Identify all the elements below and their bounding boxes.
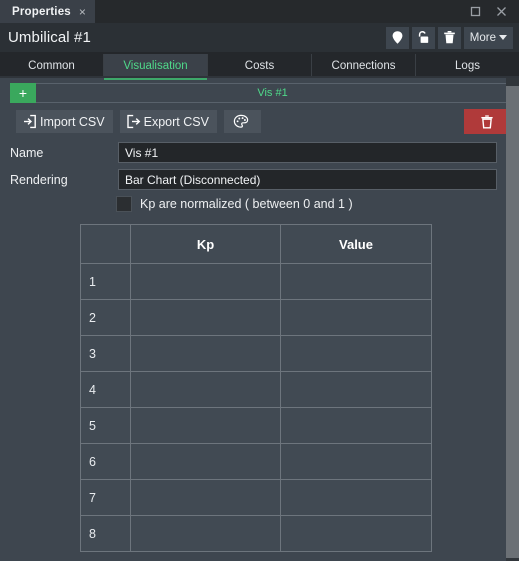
cell-kp[interactable] [130, 263, 281, 300]
tab-common[interactable]: Common [0, 54, 104, 78]
cell-value[interactable] [280, 407, 432, 444]
scrollbar-thumb[interactable] [506, 86, 519, 558]
tab-label: Connections [331, 60, 396, 72]
cell-value[interactable] [280, 443, 432, 480]
import-icon [24, 114, 36, 129]
table-header-row: Kp Value [80, 224, 432, 264]
tab-label: Visualisation [123, 60, 188, 72]
cell-value[interactable] [280, 335, 432, 372]
main-tabbar: Common Visualisation Costs Connections L… [0, 52, 519, 80]
vis-form: Name Rendering Kp are normalized ( betwe… [0, 134, 519, 212]
window-controls [463, 0, 519, 23]
tab-label: Logs [455, 60, 480, 72]
normalized-checkbox[interactable] [116, 196, 132, 212]
vis-subtabbar: + Vis #1 [0, 78, 519, 104]
cell-value[interactable] [280, 371, 432, 408]
table-row[interactable]: 5 [80, 407, 432, 444]
csv-toolbar: Import CSV Export CSV [0, 104, 519, 134]
export-icon [126, 114, 140, 129]
row-index: 2 [80, 299, 131, 336]
subtab-label: Vis #1 [257, 86, 288, 99]
row-index: 6 [80, 443, 131, 480]
delete-visualisation-button[interactable] [464, 109, 509, 134]
table-row[interactable]: 4 [80, 371, 432, 408]
row-index: 1 [80, 263, 131, 300]
pin-icon [392, 31, 403, 44]
name-input[interactable] [118, 142, 497, 163]
trash-icon-button[interactable] [437, 26, 461, 49]
rendering-row: Rendering [8, 169, 497, 190]
cell-value[interactable] [280, 515, 432, 552]
window-titlebar: Properties × [0, 0, 519, 23]
row-index: 4 [80, 371, 131, 408]
document-tab-label: Properties [12, 5, 71, 18]
column-header-kp: Kp [130, 224, 281, 264]
visualisation-panel: + Vis #1 Import CSV Export CSV Name Vis … [0, 78, 519, 561]
table-row[interactable]: 2 [80, 299, 432, 336]
export-csv-label: Export CSV [143, 114, 209, 129]
vertical-scrollbar[interactable] [506, 78, 519, 561]
close-button[interactable] [489, 0, 513, 23]
header-actions: More [385, 26, 513, 49]
row-index: 3 [80, 335, 131, 372]
export-csv-button[interactable]: Export CSV [119, 110, 217, 133]
tab-label: Common [28, 60, 75, 72]
document-tab-properties[interactable]: Properties × [0, 0, 95, 23]
kp-table: Kp Value 1 2 3 4 5 6 7 8 [80, 224, 432, 552]
name-label: Name [10, 145, 44, 160]
cell-value[interactable] [280, 479, 432, 516]
import-csv-label: Import CSV [40, 114, 105, 129]
unlock-icon-button[interactable] [411, 26, 435, 49]
cell-kp[interactable] [130, 515, 281, 552]
pin-icon-button[interactable] [385, 26, 409, 49]
subtab-vis-1[interactable]: Vis #1 [36, 82, 509, 103]
cell-kp[interactable] [130, 371, 281, 408]
trash-icon [480, 114, 493, 129]
tab-label: Costs [244, 60, 275, 72]
properties-panel: Properties × Umbilical #1 More Common Vi… [0, 0, 519, 561]
tab-costs[interactable]: Costs [208, 54, 312, 78]
more-button[interactable]: More [463, 26, 513, 49]
add-visualisation-button[interactable]: + [10, 82, 36, 103]
panel-header: Umbilical #1 More [0, 23, 519, 52]
document-tab-close-icon[interactable]: × [79, 6, 86, 18]
cell-kp[interactable] [130, 299, 281, 336]
unlock-icon [419, 30, 429, 43]
row-index: 8 [80, 515, 131, 552]
name-row: Name [8, 142, 497, 163]
table-row[interactable]: 1 [80, 263, 432, 300]
more-button-label: More [469, 31, 496, 44]
column-header-value: Value [280, 224, 432, 264]
import-csv-button[interactable]: Import CSV [16, 110, 113, 133]
normalized-label: Kp are normalized ( between 0 and 1 ) [140, 197, 353, 211]
column-header-index [80, 224, 131, 264]
tab-connections[interactable]: Connections [312, 54, 416, 78]
rendering-input[interactable] [118, 169, 497, 190]
maximize-button[interactable] [463, 0, 487, 23]
cell-kp[interactable] [130, 479, 281, 516]
cell-kp[interactable] [130, 407, 281, 444]
cell-value[interactable] [280, 263, 432, 300]
normalized-row: Kp are normalized ( between 0 and 1 ) [8, 196, 497, 212]
tab-visualisation[interactable]: Visualisation [104, 54, 208, 80]
table-row[interactable]: 8 [80, 515, 432, 552]
table-row[interactable]: 6 [80, 443, 432, 480]
trash-icon [443, 31, 455, 44]
table-row[interactable]: 3 [80, 335, 432, 372]
cell-value[interactable] [280, 299, 432, 336]
rendering-label: Rendering [10, 172, 68, 187]
chevron-down-icon [499, 35, 507, 40]
row-index: 7 [80, 479, 131, 516]
page-title: Umbilical #1 [8, 29, 91, 46]
table-row[interactable]: 7 [80, 479, 432, 516]
palette-button[interactable] [223, 110, 261, 133]
cell-kp[interactable] [130, 335, 281, 372]
kp-table-wrapper: Kp Value 1 2 3 4 5 6 7 8 [80, 224, 432, 552]
tab-logs[interactable]: Logs [416, 54, 519, 78]
row-index: 5 [80, 407, 131, 444]
palette-icon [233, 114, 249, 128]
cell-kp[interactable] [130, 443, 281, 480]
